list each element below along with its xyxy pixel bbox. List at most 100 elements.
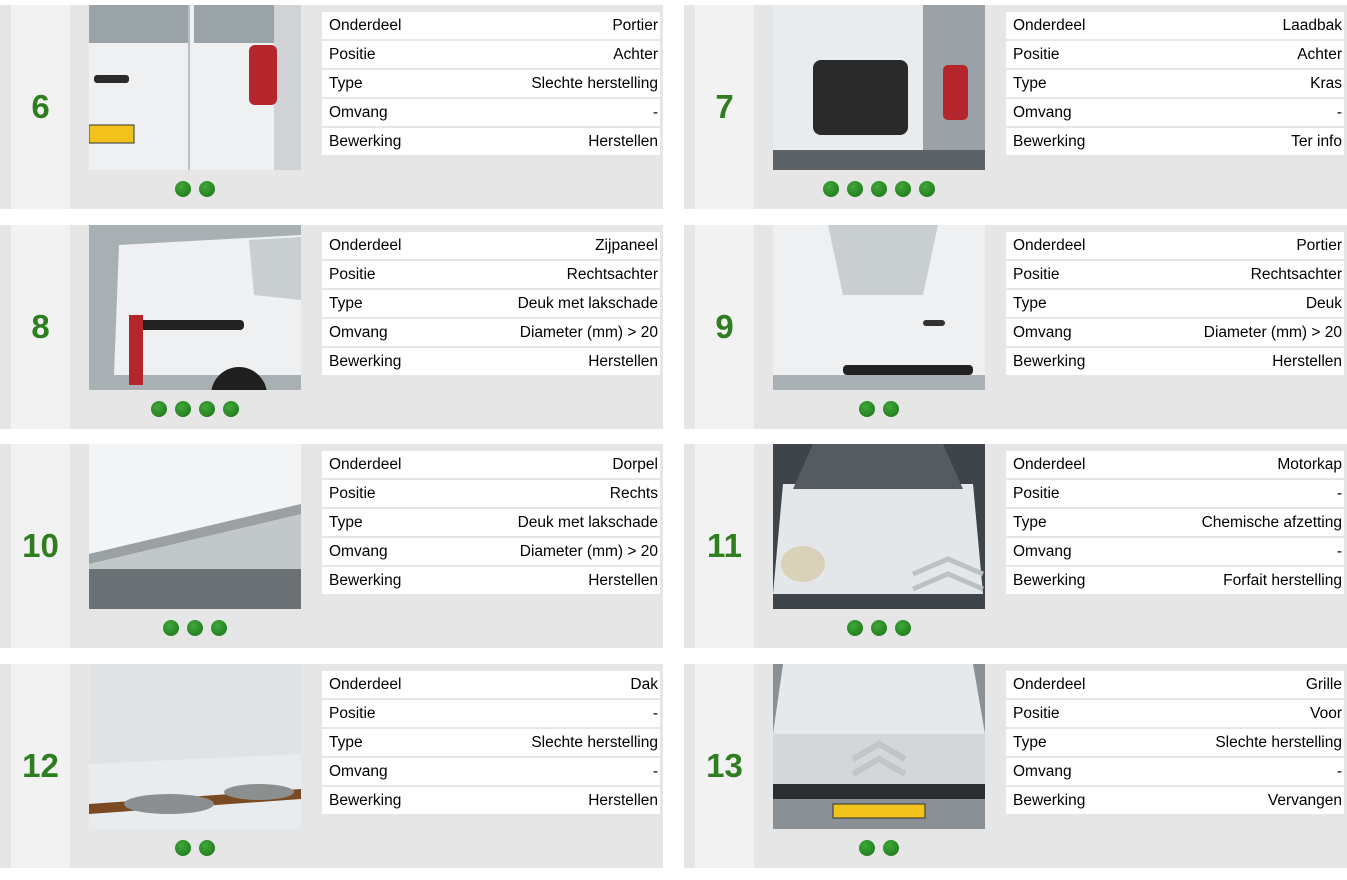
photo-pager-dot[interactable] <box>151 401 167 417</box>
damage-details-table: Onderdeel Motorkap Positie - Type Chemische a… <box>1006 449 1344 596</box>
detail-row-extent: Omvang Diameter (mm) > 20 <box>322 538 660 565</box>
detail-value: - <box>1135 480 1344 507</box>
photo-pager <box>89 840 301 856</box>
detail-label: Bewerking <box>1006 787 1135 814</box>
detail-label: Onderdeel <box>1006 671 1135 698</box>
detail-row-action: Bewerking Herstellen <box>322 128 660 155</box>
photo-pager <box>89 181 301 197</box>
detail-row-action: Bewerking Vervangen <box>1006 787 1344 814</box>
detail-row-type: Type Chemische afzetting <box>1006 509 1344 536</box>
photo-pager <box>773 620 985 636</box>
detail-value: Grille <box>1135 671 1344 698</box>
photo-pager-dot[interactable] <box>919 181 935 197</box>
detail-label: Omvang <box>1006 319 1135 346</box>
detail-value: - <box>1135 538 1344 565</box>
photo-pager <box>773 840 985 856</box>
detail-value: - <box>451 758 660 785</box>
detail-label: Onderdeel <box>322 671 451 698</box>
photo-pager-dot[interactable] <box>199 401 215 417</box>
damage-card: 11 Onderdeel Motorkap Positie - Type Chemische… <box>684 444 1347 648</box>
detail-label: Onderdeel <box>322 451 451 478</box>
damage-number-cell: 11 <box>695 444 754 648</box>
detail-value: Voor <box>1135 700 1344 727</box>
damage-photo[interactable] <box>89 444 301 609</box>
damage-number: 11 <box>707 527 742 564</box>
photo-pager-dot[interactable] <box>895 620 911 636</box>
damage-number: 7 <box>715 88 734 125</box>
photo-pager-dot[interactable] <box>175 401 191 417</box>
detail-value: Rechtsachter <box>451 261 660 288</box>
photo-pager-dot[interactable] <box>175 181 191 197</box>
detail-label: Positie <box>322 700 451 727</box>
photo-pager-dot[interactable] <box>883 401 899 417</box>
detail-label: Type <box>322 70 451 97</box>
damage-number-cell: 9 <box>695 225 754 429</box>
damage-number-cell: 13 <box>695 664 754 868</box>
photo-pager-dot[interactable] <box>883 840 899 856</box>
detail-row-part: Onderdeel Portier <box>1006 232 1344 259</box>
detail-value: - <box>451 700 660 727</box>
damage-photo[interactable] <box>89 5 301 170</box>
photo-pager-dot[interactable] <box>871 620 887 636</box>
detail-value: - <box>1135 99 1344 126</box>
photo-pager-dot[interactable] <box>199 181 215 197</box>
detail-row-action: Bewerking Herstellen <box>322 348 660 375</box>
detail-value: Deuk met lakschade <box>451 290 660 317</box>
detail-value: Dak <box>451 671 660 698</box>
detail-value: Vervangen <box>1135 787 1344 814</box>
damage-number-cell: 12 <box>11 664 70 868</box>
photo-pager-dot[interactable] <box>871 181 887 197</box>
detail-row-type: Type Kras <box>1006 70 1344 97</box>
detail-label: Positie <box>322 261 451 288</box>
damage-photo[interactable] <box>773 5 985 170</box>
detail-label: Omvang <box>1006 99 1135 126</box>
damage-number: 6 <box>31 88 50 125</box>
detail-row-action: Bewerking Forfait herstelling <box>1006 567 1344 594</box>
detail-label: Omvang <box>322 319 451 346</box>
photo-pager-dot[interactable] <box>847 620 863 636</box>
detail-row-part: Onderdeel Zijpaneel <box>322 232 660 259</box>
photo-pager-dot[interactable] <box>187 620 203 636</box>
damage-details-table: Onderdeel Grille Positie Voor Type Slechte he… <box>1006 669 1344 816</box>
damage-photo[interactable] <box>89 225 301 390</box>
damage-details-table: Onderdeel Zijpaneel Positie Rechtsachter Typ… <box>322 230 660 377</box>
detail-row-extent: Omvang - <box>322 758 660 785</box>
damage-details-table: Onderdeel Portier Positie Rechtsachter Type D… <box>1006 230 1344 377</box>
detail-label: Omvang <box>1006 538 1135 565</box>
detail-row-position: Positie Voor <box>1006 700 1344 727</box>
photo-pager-dot[interactable] <box>847 181 863 197</box>
damage-details-table: Onderdeel Dak Positie - Type Slechte herstell… <box>322 669 660 816</box>
detail-value: Portier <box>1135 232 1344 259</box>
detail-row-extent: Omvang - <box>1006 538 1344 565</box>
photo-pager-dot[interactable] <box>823 181 839 197</box>
photo-pager-dot[interactable] <box>859 840 875 856</box>
photo-pager-dot[interactable] <box>163 620 179 636</box>
photo-pager-dot[interactable] <box>223 401 239 417</box>
detail-value: Dorpel <box>451 451 660 478</box>
detail-row-type: Type Slechte herstelling <box>322 729 660 756</box>
photo-pager-dot[interactable] <box>211 620 227 636</box>
damage-photo[interactable] <box>773 225 985 390</box>
detail-value: Herstellen <box>451 787 660 814</box>
detail-label: Bewerking <box>322 128 451 155</box>
photo-pager-dot[interactable] <box>199 840 215 856</box>
detail-label: Bewerking <box>322 787 451 814</box>
detail-label: Bewerking <box>1006 567 1135 594</box>
detail-label: Onderdeel <box>1006 12 1135 39</box>
detail-label: Positie <box>1006 261 1135 288</box>
photo-pager-dot[interactable] <box>175 840 191 856</box>
detail-label: Type <box>1006 70 1135 97</box>
photo-pager-dot[interactable] <box>859 401 875 417</box>
detail-row-action: Bewerking Ter info <box>1006 128 1344 155</box>
damage-photo[interactable] <box>773 664 985 829</box>
photo-pager-dot[interactable] <box>895 181 911 197</box>
detail-label: Omvang <box>322 758 451 785</box>
detail-row-extent: Omvang Diameter (mm) > 20 <box>322 319 660 346</box>
photo-pager <box>773 181 985 197</box>
detail-row-position: Positie - <box>1006 480 1344 507</box>
detail-row-position: Positie Rechtsachter <box>1006 261 1344 288</box>
damage-photo[interactable] <box>89 664 301 829</box>
detail-row-action: Bewerking Herstellen <box>322 567 660 594</box>
damage-photo[interactable] <box>773 444 985 609</box>
detail-row-part: Onderdeel Dak <box>322 671 660 698</box>
